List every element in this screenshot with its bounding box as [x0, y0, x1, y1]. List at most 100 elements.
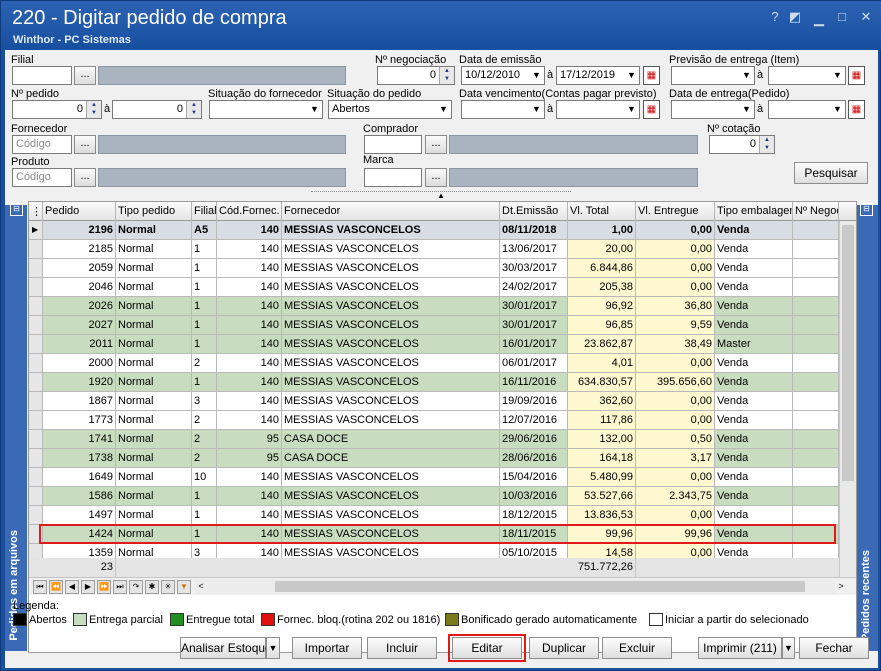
row-indicator[interactable] — [29, 392, 43, 411]
calendar-icon[interactable]: ▦ — [643, 66, 660, 85]
last-page-icon[interactable]: ⏭ — [113, 580, 127, 594]
filter-splitter[interactable]: ▲ — [311, 191, 571, 200]
minimize-icon[interactable]: ▁ — [811, 11, 827, 27]
incluir-button[interactable]: Incluir — [367, 637, 437, 659]
table-row[interactable]: ▶ 2196 Normal A5 140 MESSIAS VASCONCELOS 08/11… — [29, 221, 839, 240]
col-filial[interactable]: Filial — [192, 202, 217, 221]
iniciar-checkbox[interactable] — [649, 613, 663, 626]
col-pedido[interactable]: Pedido — [43, 202, 116, 221]
table-row[interactable]: 2185 Normal 1 140 MESSIAS VASCONCELOS 13/06/2… — [29, 240, 839, 259]
table-row[interactable]: 1586 Normal 1 140 MESSIAS VASCONCELOS 10/03/2… — [29, 487, 839, 506]
table-row[interactable]: 2027 Normal 1 140 MESSIAS VASCONCELOS 30/01/2… — [29, 316, 839, 335]
row-indicator[interactable] — [29, 316, 43, 335]
clear-filter-icon[interactable]: ✳ — [161, 580, 175, 594]
prev-record-icon[interactable]: ◀ — [65, 580, 79, 594]
emissao-from-date[interactable]: 10/12/2010 ▼ — [461, 66, 545, 85]
row-indicator[interactable] — [29, 240, 43, 259]
emissao-to-date[interactable]: 17/12/2019 ▼ — [556, 66, 640, 85]
pin-icon[interactable]: ⊟ — [10, 203, 23, 216]
pedido-from-spin[interactable]: ▲ ▼ — [86, 101, 101, 118]
fornecedor-code-input[interactable]: Código — [12, 135, 72, 154]
column-menu-icon[interactable]: ⋮ — [29, 202, 43, 221]
produto-code-input[interactable]: Código — [12, 168, 72, 187]
col-dt-emissao[interactable]: Dt.Emissão — [500, 202, 568, 221]
row-indicator[interactable] — [29, 278, 43, 297]
analisar-dropdown-icon[interactable]: ▼ — [266, 637, 280, 659]
next-record-icon[interactable]: ▶ — [81, 580, 95, 594]
vertical-scrollbar[interactable] — [839, 221, 856, 594]
previsao-from-date[interactable]: ▼ — [671, 66, 755, 85]
calendar-icon[interactable]: ▦ — [643, 100, 660, 119]
col-cod-fornec[interactable]: Cód.Fornec. — [217, 202, 282, 221]
row-indicator[interactable]: ▶ — [29, 221, 43, 240]
col-tipo-embalagem[interactable]: Tipo embalagem — [715, 202, 793, 221]
pin-icon[interactable]: ⊟ — [860, 203, 873, 216]
duplicar-button[interactable]: Duplicar — [529, 637, 599, 659]
refresh-icon[interactable]: ↷ — [129, 580, 143, 594]
col-fornecedor[interactable]: Fornecedor — [282, 202, 500, 221]
negociacao-input[interactable]: 0 ▲ ▼ — [377, 66, 455, 85]
row-indicator[interactable] — [29, 468, 43, 487]
imprimir-dropdown-icon[interactable]: ▼ — [782, 637, 795, 659]
chevron-down-icon[interactable]: ▼ — [624, 101, 639, 118]
vencimento-to-date[interactable]: ▼ — [556, 100, 640, 119]
row-indicator[interactable] — [29, 449, 43, 468]
asterisk-icon[interactable]: ✱ — [145, 580, 159, 594]
chevron-down-icon[interactable]: ▼ — [624, 67, 639, 84]
table-row[interactable]: 1649 Normal 10 140 MESSIAS VASCONCELOS 15/04/… — [29, 468, 839, 487]
table-row[interactable]: 1738 Normal 2 95 CASA DOCE 28/06/2016 164,18 3,… — [29, 449, 839, 468]
close-icon[interactable]: ✕ — [858, 9, 874, 25]
pesquisar-button[interactable]: Pesquisar — [794, 162, 868, 184]
vencimento-from-date[interactable]: ▼ — [461, 100, 545, 119]
pedido-to-spin[interactable]: ▲ ▼ — [186, 101, 201, 118]
row-indicator[interactable] — [29, 411, 43, 430]
cotacao-spin[interactable]: ▲ ▼ — [759, 136, 774, 153]
col-vl-total[interactable]: Vl. Total — [568, 202, 636, 221]
table-row[interactable]: 2011 Normal 1 140 MESSIAS VASCONCELOS 16/01/2… — [29, 335, 839, 354]
sit-fornecedor-select[interactable]: ▼ — [209, 100, 323, 119]
table-row[interactable]: 1497 Normal 1 140 MESSIAS VASCONCELOS 18/12/2… — [29, 506, 839, 525]
col-vl-entregue[interactable]: Vl. Entregue — [636, 202, 715, 221]
chevron-down-icon[interactable]: ▼ — [307, 101, 322, 118]
filial-input[interactable] — [12, 66, 72, 85]
analisar-estoque-button[interactable]: Analisar Estoque — [180, 637, 272, 659]
calendar-icon[interactable]: ▦ — [848, 100, 865, 119]
row-indicator[interactable] — [29, 335, 43, 354]
produto-lookup-button[interactable]: ... — [74, 168, 96, 187]
filter-icon[interactable]: ▼ — [177, 580, 191, 594]
prev-page-icon[interactable]: ⏪ — [49, 580, 63, 594]
row-indicator[interactable] — [29, 506, 43, 525]
row-indicator[interactable] — [29, 373, 43, 392]
row-indicator[interactable] — [29, 487, 43, 506]
sidebar-pedidos-recentes[interactable]: Pedidos recentes — [857, 205, 878, 651]
table-row[interactable]: 1741 Normal 2 95 CASA DOCE 29/06/2016 132,00 0,… — [29, 430, 839, 449]
row-indicator[interactable] — [29, 259, 43, 278]
table-row[interactable]: 1773 Normal 2 140 MESSIAS VASCONCELOS 12/07/2… — [29, 411, 839, 430]
chevron-down-icon[interactable]: ▼ — [739, 101, 754, 118]
imprimir-button[interactable]: Imprimir (211) — [698, 637, 782, 659]
table-row[interactable]: 1920 Normal 1 140 MESSIAS VASCONCELOS 16/11/2… — [29, 373, 839, 392]
row-indicator[interactable] — [29, 430, 43, 449]
scroll-right-icon[interactable]: > — [835, 580, 847, 593]
calendar-icon[interactable]: ▦ — [848, 66, 865, 85]
horizontal-scrollbar[interactable]: < > — [195, 579, 844, 594]
previsao-to-date[interactable]: ▼ — [768, 66, 846, 85]
sit-pedido-select[interactable]: Abertos ▼ — [328, 100, 452, 119]
comprador-lookup-button[interactable]: ... — [425, 135, 447, 154]
table-row[interactable]: 2000 Normal 2 140 MESSIAS VASCONCELOS 06/01/2… — [29, 354, 839, 373]
help-icon[interactable]: ? — [767, 9, 783, 25]
maximize-icon[interactable]: □ — [834, 9, 850, 25]
fechar-button[interactable]: Fechar — [799, 637, 869, 659]
scroll-thumb[interactable] — [842, 225, 854, 481]
pedido-to-input[interactable]: 0 ▲ ▼ — [112, 100, 202, 119]
row-indicator[interactable] — [29, 297, 43, 316]
marca-lookup-button[interactable]: ... — [425, 168, 447, 187]
chevron-down-icon[interactable]: ▼ — [830, 67, 845, 84]
chevron-down-icon[interactable]: ▼ — [830, 101, 845, 118]
comprador-input[interactable] — [364, 135, 422, 154]
table-row[interactable]: 2046 Normal 1 140 MESSIAS VASCONCELOS 24/02/2… — [29, 278, 839, 297]
col-n-negoc[interactable]: Nº Negoc — [793, 202, 839, 221]
chevron-down-icon[interactable]: ▼ — [739, 67, 754, 84]
scroll-left-icon[interactable]: < — [195, 580, 207, 593]
entrega-to-date[interactable]: ▼ — [768, 100, 846, 119]
